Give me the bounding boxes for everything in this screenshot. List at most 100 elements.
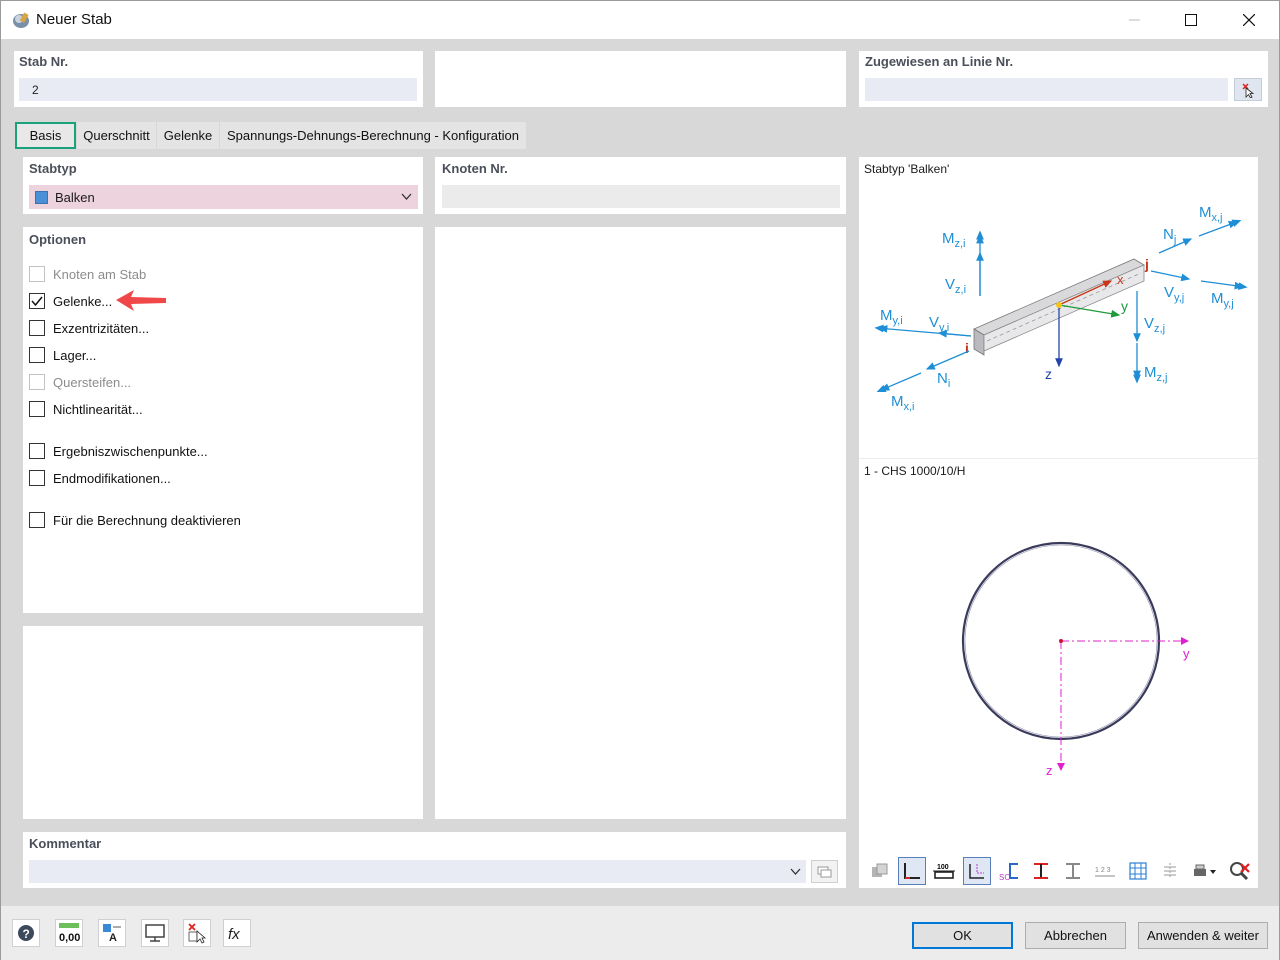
tab-spannungs-dehnungs[interactable]: Spannungs-Dehnungs-Berechnung - Konfigur… [220,122,526,149]
render-mode-button[interactable] [866,857,894,885]
exzentrizitaeten-checkbox[interactable] [29,320,45,336]
stab-nr-label: Stab Nr. [19,54,69,69]
axis-y-label: y [1121,298,1128,314]
mzj-label: Mz,j [1144,364,1168,384]
stab-nr-panel: Stab Nr. 2 [14,51,423,107]
knoten-am-stab-label: Knoten am Stab [53,266,147,282]
myj-arrow [1200,280,1248,290]
layers-icon [872,863,888,877]
zugewiesen-panel: Zugewiesen an Linie Nr. [859,51,1268,107]
axes-icon [904,863,920,879]
tab-gelenke[interactable]: Gelenke [157,122,219,149]
cancel-button[interactable]: Abbrechen [1025,922,1126,949]
shear-center-icon: SC [999,863,1018,881]
tab-basis[interactable]: Basis [15,122,76,149]
dimensions-button[interactable]: 100 [930,857,958,885]
myi-label: My,i [880,307,903,327]
quersteifen-checkbox [29,374,45,390]
chevron-down-icon [790,868,801,875]
header-empty-panel [435,51,846,107]
vzi-label: Vz,i [945,276,966,296]
gelenke-checkbox[interactable] [29,293,45,309]
svg-text:SC: SC [999,873,1010,881]
shear-center-button[interactable] [963,857,991,885]
dimension-axes-button[interactable] [898,857,926,885]
lower-left-panel [23,626,423,819]
nichtlinearitaet-label[interactable]: Nichtlinearität... [53,402,143,417]
ergebniszwischenpunkte-checkbox[interactable] [29,443,45,459]
option-deaktivieren[interactable]: Für die Berechnung deaktivieren [29,511,241,529]
ergebniszwischenpunkte-label[interactable]: Ergebniszwischenpunkte... [53,444,208,459]
ruler-icon: 100 [933,864,955,879]
endmodifikationen-label[interactable]: Endmodifikationen... [53,471,171,486]
print-dropdown-button[interactable] [1188,857,1222,885]
stab-nr-input[interactable]: 2 [19,78,417,101]
text-display-icon: A [103,924,121,944]
ni-label: Ni [937,370,950,390]
apply-continue-button[interactable]: Anwenden & weiter [1138,922,1268,949]
option-lager[interactable]: Lager... [29,346,96,364]
stabtyp-panel: Stabtyp Balken [23,157,423,214]
kommentar-input[interactable] [29,860,806,883]
deaktivieren-label[interactable]: Für die Berechnung deaktivieren [53,513,241,528]
maximize-button[interactable] [1162,1,1220,39]
close-button[interactable] [1220,1,1278,39]
red-arrow-icon [116,290,166,311]
zoom-reset-button[interactable] [1225,857,1253,885]
dialog-window: Neuer Stab Stab Nr. 2 Zugewiesen an Lini… [0,0,1280,960]
monitor-icon [145,924,165,942]
centroid-marker [1056,302,1062,308]
copy-icon [817,866,831,877]
stabtyp-select[interactable]: Balken [29,185,418,209]
pick-line-button[interactable] [1234,78,1262,101]
kommentar-library-button[interactable] [811,860,838,883]
option-nichtlinearitaet[interactable]: Nichtlinearität... [29,400,143,418]
stress-points-button[interactable] [1156,857,1184,885]
i-section-outline-button[interactable] [1059,857,1087,885]
svg-text:100: 100 [937,864,949,871]
option-ergebniszwischenpunkte[interactable]: Ergebniszwischenpunkte... [29,442,208,460]
knoten-label: Knoten Nr. [442,161,508,176]
section-axis-icon [969,864,984,879]
ni-arrow [925,350,970,370]
lager-checkbox[interactable] [29,347,45,363]
optionen-panel: Optionen [23,227,423,613]
option-endmodifikationen[interactable]: Endmodifikationen... [29,469,171,487]
close-icon [1243,14,1255,26]
pick-cursor-icon [1242,82,1255,98]
preview-divider [859,458,1258,459]
tab-querschnitt[interactable]: Querschnitt [77,122,156,149]
gelenke-label[interactable]: Gelenke... [53,294,112,309]
mxi-arrow [876,372,922,393]
knoten-am-stab-checkbox [29,266,45,282]
minimize-button[interactable] [1106,1,1164,39]
select-button[interactable] [183,919,211,947]
sc-button[interactable]: SC [995,857,1023,885]
units-button[interactable]: 0,00 [55,919,83,947]
endmodifikationen-checkbox[interactable] [29,470,45,486]
stabtyp-label: Stabtyp [29,161,77,176]
view-button[interactable] [141,919,169,947]
lager-label[interactable]: Lager... [53,348,96,363]
option-exzentrizitaeten[interactable]: Exzentrizitäten... [29,319,149,337]
exzentrizitaeten-label[interactable]: Exzentrizitäten... [53,321,149,336]
nichtlinearitaet-checkbox[interactable] [29,401,45,417]
select-cursor-icon [188,923,207,944]
zugewiesen-input[interactable] [865,78,1228,101]
display-settings-button[interactable]: A [98,919,126,947]
grid-button[interactable] [1124,857,1152,885]
option-gelenke[interactable]: Gelenke... [29,292,112,310]
axis-z-label: z [1045,366,1052,382]
stress-points-icon [1164,863,1176,879]
zugewiesen-label: Zugewiesen an Linie Nr. [865,54,1014,69]
ok-button[interactable]: OK [912,922,1013,949]
numbering-button[interactable]: 1 2 3 [1091,857,1119,885]
deaktivieren-checkbox[interactable] [29,512,45,528]
section-z-arrowhead [1057,763,1065,771]
formula-button[interactable]: fx [223,919,251,947]
details-panel [435,227,846,819]
svg-text:?: ? [23,927,30,941]
help-button[interactable]: ? [12,919,40,947]
cross-section-diagram: y z [961,541,1190,778]
i-section-button[interactable] [1027,857,1055,885]
